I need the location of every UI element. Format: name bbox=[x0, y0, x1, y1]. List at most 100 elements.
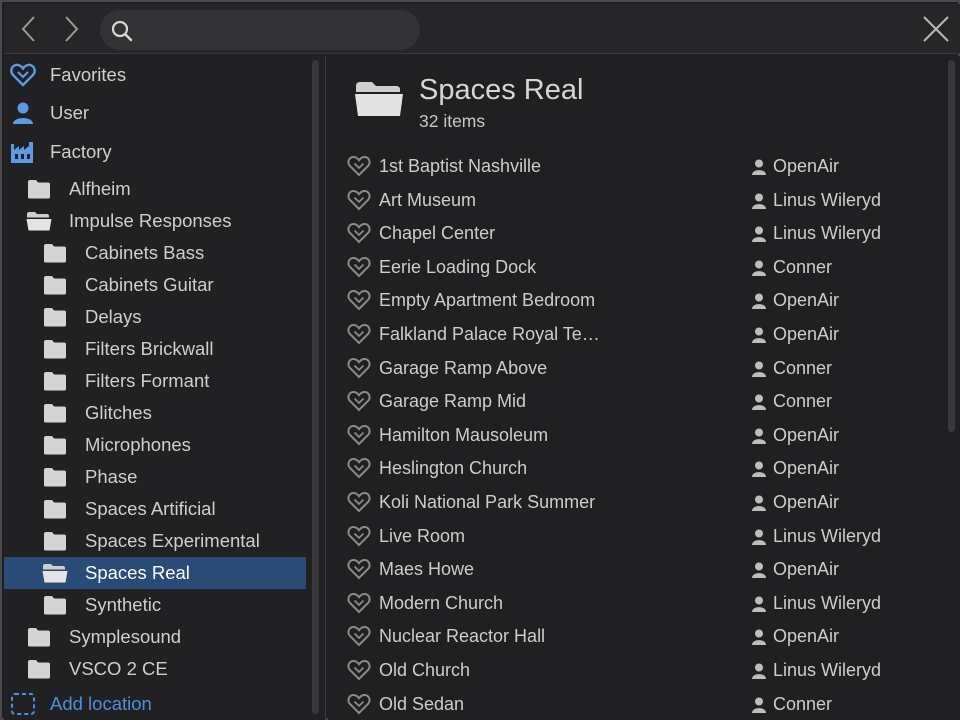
sidebar-folder-item[interactable]: Phase bbox=[42, 461, 306, 493]
favorite-heart-icon[interactable] bbox=[347, 491, 371, 513]
person-icon bbox=[752, 697, 766, 713]
forward-button[interactable] bbox=[56, 14, 86, 44]
list-item[interactable]: Koli National Park Summer OpenAir bbox=[328, 486, 944, 519]
sidebar-folder-item[interactable]: VSCO 2 CE bbox=[26, 653, 306, 685]
sidebar-item-favorites[interactable]: Favorites bbox=[10, 59, 310, 91]
folder-icon bbox=[42, 368, 68, 394]
favorite-heart-icon[interactable] bbox=[347, 289, 371, 311]
item-name[interactable]: 1st Baptist Nashville bbox=[379, 156, 709, 177]
item-name[interactable]: Empty Apartment Bedroom bbox=[379, 290, 709, 311]
list-item[interactable]: 1st Baptist Nashville OpenAir bbox=[328, 150, 944, 183]
sidebar-folder-item[interactable]: Alfheim bbox=[26, 173, 306, 205]
sidebar-folder-item[interactable]: Spaces Experimental bbox=[42, 525, 306, 557]
item-author: OpenAir bbox=[773, 290, 840, 311]
sidebar: Favorites User Factory Alfheim Impulse Re… bbox=[4, 56, 326, 720]
list-item[interactable]: Art Museum Linus Wileryd bbox=[328, 184, 944, 217]
list-item[interactable]: Garage Ramp Above Conner bbox=[328, 352, 944, 385]
sidebar-folder-item[interactable]: Spaces Artificial bbox=[42, 493, 306, 525]
favorite-heart-icon[interactable] bbox=[347, 155, 371, 177]
sidebar-folder-item[interactable]: Filters Brickwall bbox=[42, 333, 306, 365]
favorite-heart-icon[interactable] bbox=[347, 625, 371, 647]
item-name[interactable]: Falkland Palace Royal Te… bbox=[379, 324, 709, 345]
sidebar-folder-label: Delays bbox=[85, 306, 142, 327]
sidebar-item-user[interactable]: User bbox=[10, 97, 310, 129]
list-item[interactable]: Live Room Linus Wileryd bbox=[328, 520, 944, 553]
person-icon bbox=[752, 394, 766, 411]
sidebar-folder-item[interactable]: Cabinets Bass bbox=[42, 237, 306, 269]
item-author: OpenAir bbox=[773, 458, 840, 479]
person-icon bbox=[752, 361, 766, 377]
person-icon bbox=[752, 327, 766, 343]
sidebar-folder-item[interactable]: Cabinets Guitar bbox=[42, 269, 306, 301]
person-icon bbox=[10, 100, 36, 126]
favorite-heart-icon[interactable] bbox=[347, 189, 371, 211]
search-box[interactable] bbox=[100, 10, 420, 50]
search-icon bbox=[111, 20, 133, 42]
person-icon bbox=[752, 529, 766, 545]
item-name[interactable]: Live Room bbox=[379, 526, 709, 547]
item-name[interactable]: Eerie Loading Dock bbox=[379, 257, 709, 278]
sidebar-item-factory[interactable]: Factory bbox=[10, 136, 310, 168]
favorite-heart-icon[interactable] bbox=[347, 457, 371, 479]
favorite-heart-icon[interactable] bbox=[347, 357, 371, 379]
favorite-heart-icon[interactable] bbox=[347, 424, 371, 446]
list-item[interactable]: Eerie Loading Dock Conner bbox=[328, 251, 944, 284]
folder-icon bbox=[42, 336, 68, 362]
add-location-button[interactable]: Add location bbox=[10, 688, 310, 720]
list-item[interactable]: Modern Church Linus Wileryd bbox=[328, 587, 944, 620]
favorite-heart-icon[interactable] bbox=[347, 525, 371, 547]
close-icon bbox=[923, 16, 949, 42]
list-item[interactable]: Nuclear Reactor Hall OpenAir bbox=[328, 620, 944, 653]
folder-icon bbox=[42, 432, 68, 458]
list-item[interactable]: Old Sedan Conner bbox=[328, 688, 944, 720]
sidebar-folder-item[interactable]: Synthetic bbox=[42, 589, 306, 621]
item-name[interactable]: Chapel Center bbox=[379, 223, 709, 244]
favorite-heart-icon[interactable] bbox=[347, 256, 371, 278]
item-author: Linus Wileryd bbox=[773, 189, 882, 210]
item-name[interactable]: Old Church bbox=[379, 660, 709, 681]
factory-icon bbox=[10, 139, 36, 165]
sidebar-folder-item[interactable]: Glitches bbox=[42, 397, 306, 429]
item-name[interactable]: Koli National Park Summer bbox=[379, 492, 709, 513]
sidebar-folder-item[interactable]: Delays bbox=[42, 301, 306, 333]
item-name[interactable]: Nuclear Reactor Hall bbox=[379, 626, 709, 647]
sidebar-item-label: Factory bbox=[50, 141, 112, 162]
item-name[interactable]: Hamilton Mausoleum bbox=[379, 425, 709, 446]
sidebar-folder-item[interactable]: Spaces Real bbox=[4, 557, 306, 589]
favorite-heart-icon[interactable] bbox=[347, 390, 371, 412]
sidebar-folder-label: Microphones bbox=[85, 434, 191, 455]
item-name[interactable]: Art Museum bbox=[379, 190, 709, 211]
list-item[interactable]: Hamilton Mausoleum OpenAir bbox=[328, 419, 944, 452]
item-author: OpenAir bbox=[773, 156, 840, 176]
list-item[interactable]: Maes Howe OpenAir bbox=[328, 553, 944, 586]
sidebar-scrollbar[interactable] bbox=[312, 60, 319, 714]
sidebar-folder-item[interactable]: Impulse Responses bbox=[26, 205, 306, 237]
content-scrollbar[interactable] bbox=[948, 60, 955, 432]
item-name[interactable]: Garage Ramp Above bbox=[379, 358, 709, 379]
favorite-heart-icon[interactable] bbox=[347, 323, 371, 345]
item-name[interactable]: Heslington Church bbox=[379, 458, 709, 479]
item-author: Conner bbox=[773, 256, 833, 277]
list-item[interactable]: Empty Apartment Bedroom OpenAir bbox=[328, 284, 944, 317]
favorite-heart-icon[interactable] bbox=[347, 222, 371, 244]
search-input[interactable] bbox=[140, 16, 410, 44]
back-button[interactable] bbox=[14, 14, 44, 44]
list-item[interactable]: Heslington Church OpenAir bbox=[328, 452, 944, 485]
list-item[interactable]: Chapel Center Linus Wileryd bbox=[328, 217, 944, 250]
item-name[interactable]: Garage Ramp Mid bbox=[379, 391, 709, 412]
sidebar-folder-item[interactable]: Microphones bbox=[42, 429, 306, 461]
page-title: Spaces Real bbox=[419, 74, 584, 106]
sidebar-folder-item[interactable]: Filters Formant bbox=[42, 365, 306, 397]
favorite-heart-icon[interactable] bbox=[347, 558, 371, 580]
favorite-heart-icon[interactable] bbox=[347, 592, 371, 614]
item-name[interactable]: Modern Church bbox=[379, 593, 709, 614]
list-item[interactable]: Garage Ramp Mid Conner bbox=[328, 385, 944, 418]
sidebar-folder-item[interactable]: Symplesound bbox=[26, 621, 306, 653]
list-item[interactable]: Old Church Linus Wileryd bbox=[328, 654, 944, 687]
favorite-heart-icon[interactable] bbox=[347, 693, 371, 715]
close-button[interactable] bbox=[920, 13, 952, 45]
favorite-heart-icon[interactable] bbox=[347, 659, 371, 681]
list-item[interactable]: Falkland Palace Royal Te… OpenAir bbox=[328, 318, 944, 351]
item-name[interactable]: Maes Howe bbox=[379, 559, 709, 580]
item-name[interactable]: Old Sedan bbox=[379, 694, 709, 715]
